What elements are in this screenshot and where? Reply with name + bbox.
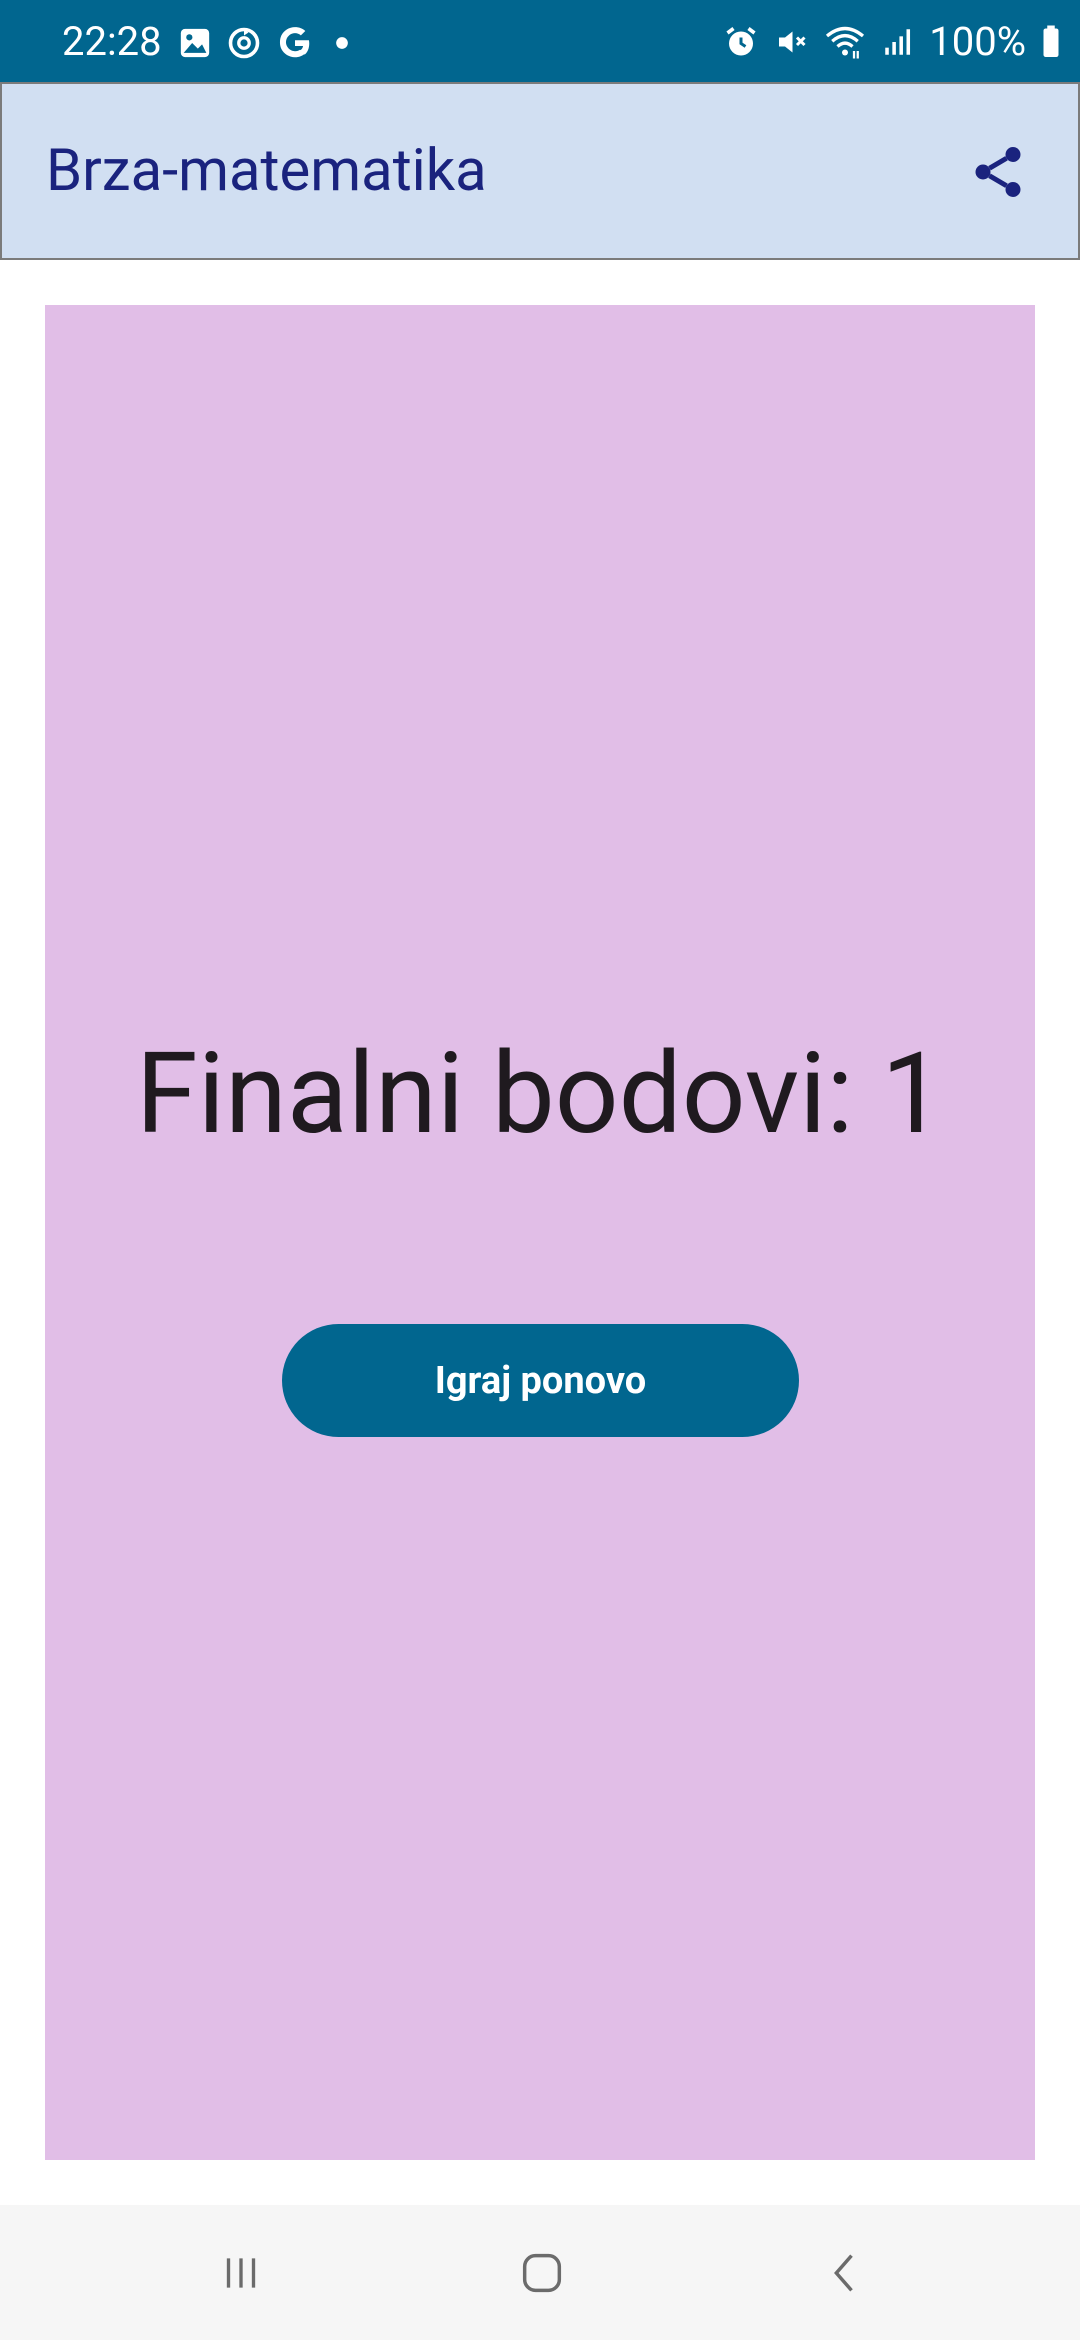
battery-icon <box>1040 24 1062 60</box>
home-icon <box>516 2247 568 2303</box>
share-icon <box>968 142 1028 206</box>
signal-icon <box>881 24 915 60</box>
app-title: Brza-matematika <box>46 137 487 205</box>
status-bar: 22:28 100% <box>0 0 1080 82</box>
recent-apps-icon <box>216 2248 266 2302</box>
wifi-icon <box>823 24 867 60</box>
back-button[interactable] <box>800 2235 890 2315</box>
app-bar: Brza-matematika <box>0 82 1080 260</box>
alarm-icon <box>723 24 759 60</box>
gallery-icon <box>178 26 212 60</box>
system-nav-bar <box>0 2205 1080 2340</box>
final-score-text: Finalni bodovi: 1 <box>135 1029 945 1160</box>
status-right-icons: 100% <box>709 14 1062 70</box>
share-button[interactable] <box>958 134 1038 214</box>
status-time: 22:28 <box>62 18 162 65</box>
status-left-icons <box>178 20 370 66</box>
home-button[interactable] <box>497 2235 587 2315</box>
battery-percentage: 100% <box>929 18 1026 65</box>
recent-apps-button[interactable] <box>196 2235 286 2315</box>
result-panel <box>45 305 1035 2160</box>
notification-dot-icon <box>328 29 356 57</box>
google-icon <box>276 24 314 62</box>
sync-icon <box>226 25 262 61</box>
play-again-button[interactable]: Igraj ponovo <box>282 1324 799 1437</box>
mute-icon <box>773 24 809 60</box>
back-icon <box>819 2247 871 2303</box>
